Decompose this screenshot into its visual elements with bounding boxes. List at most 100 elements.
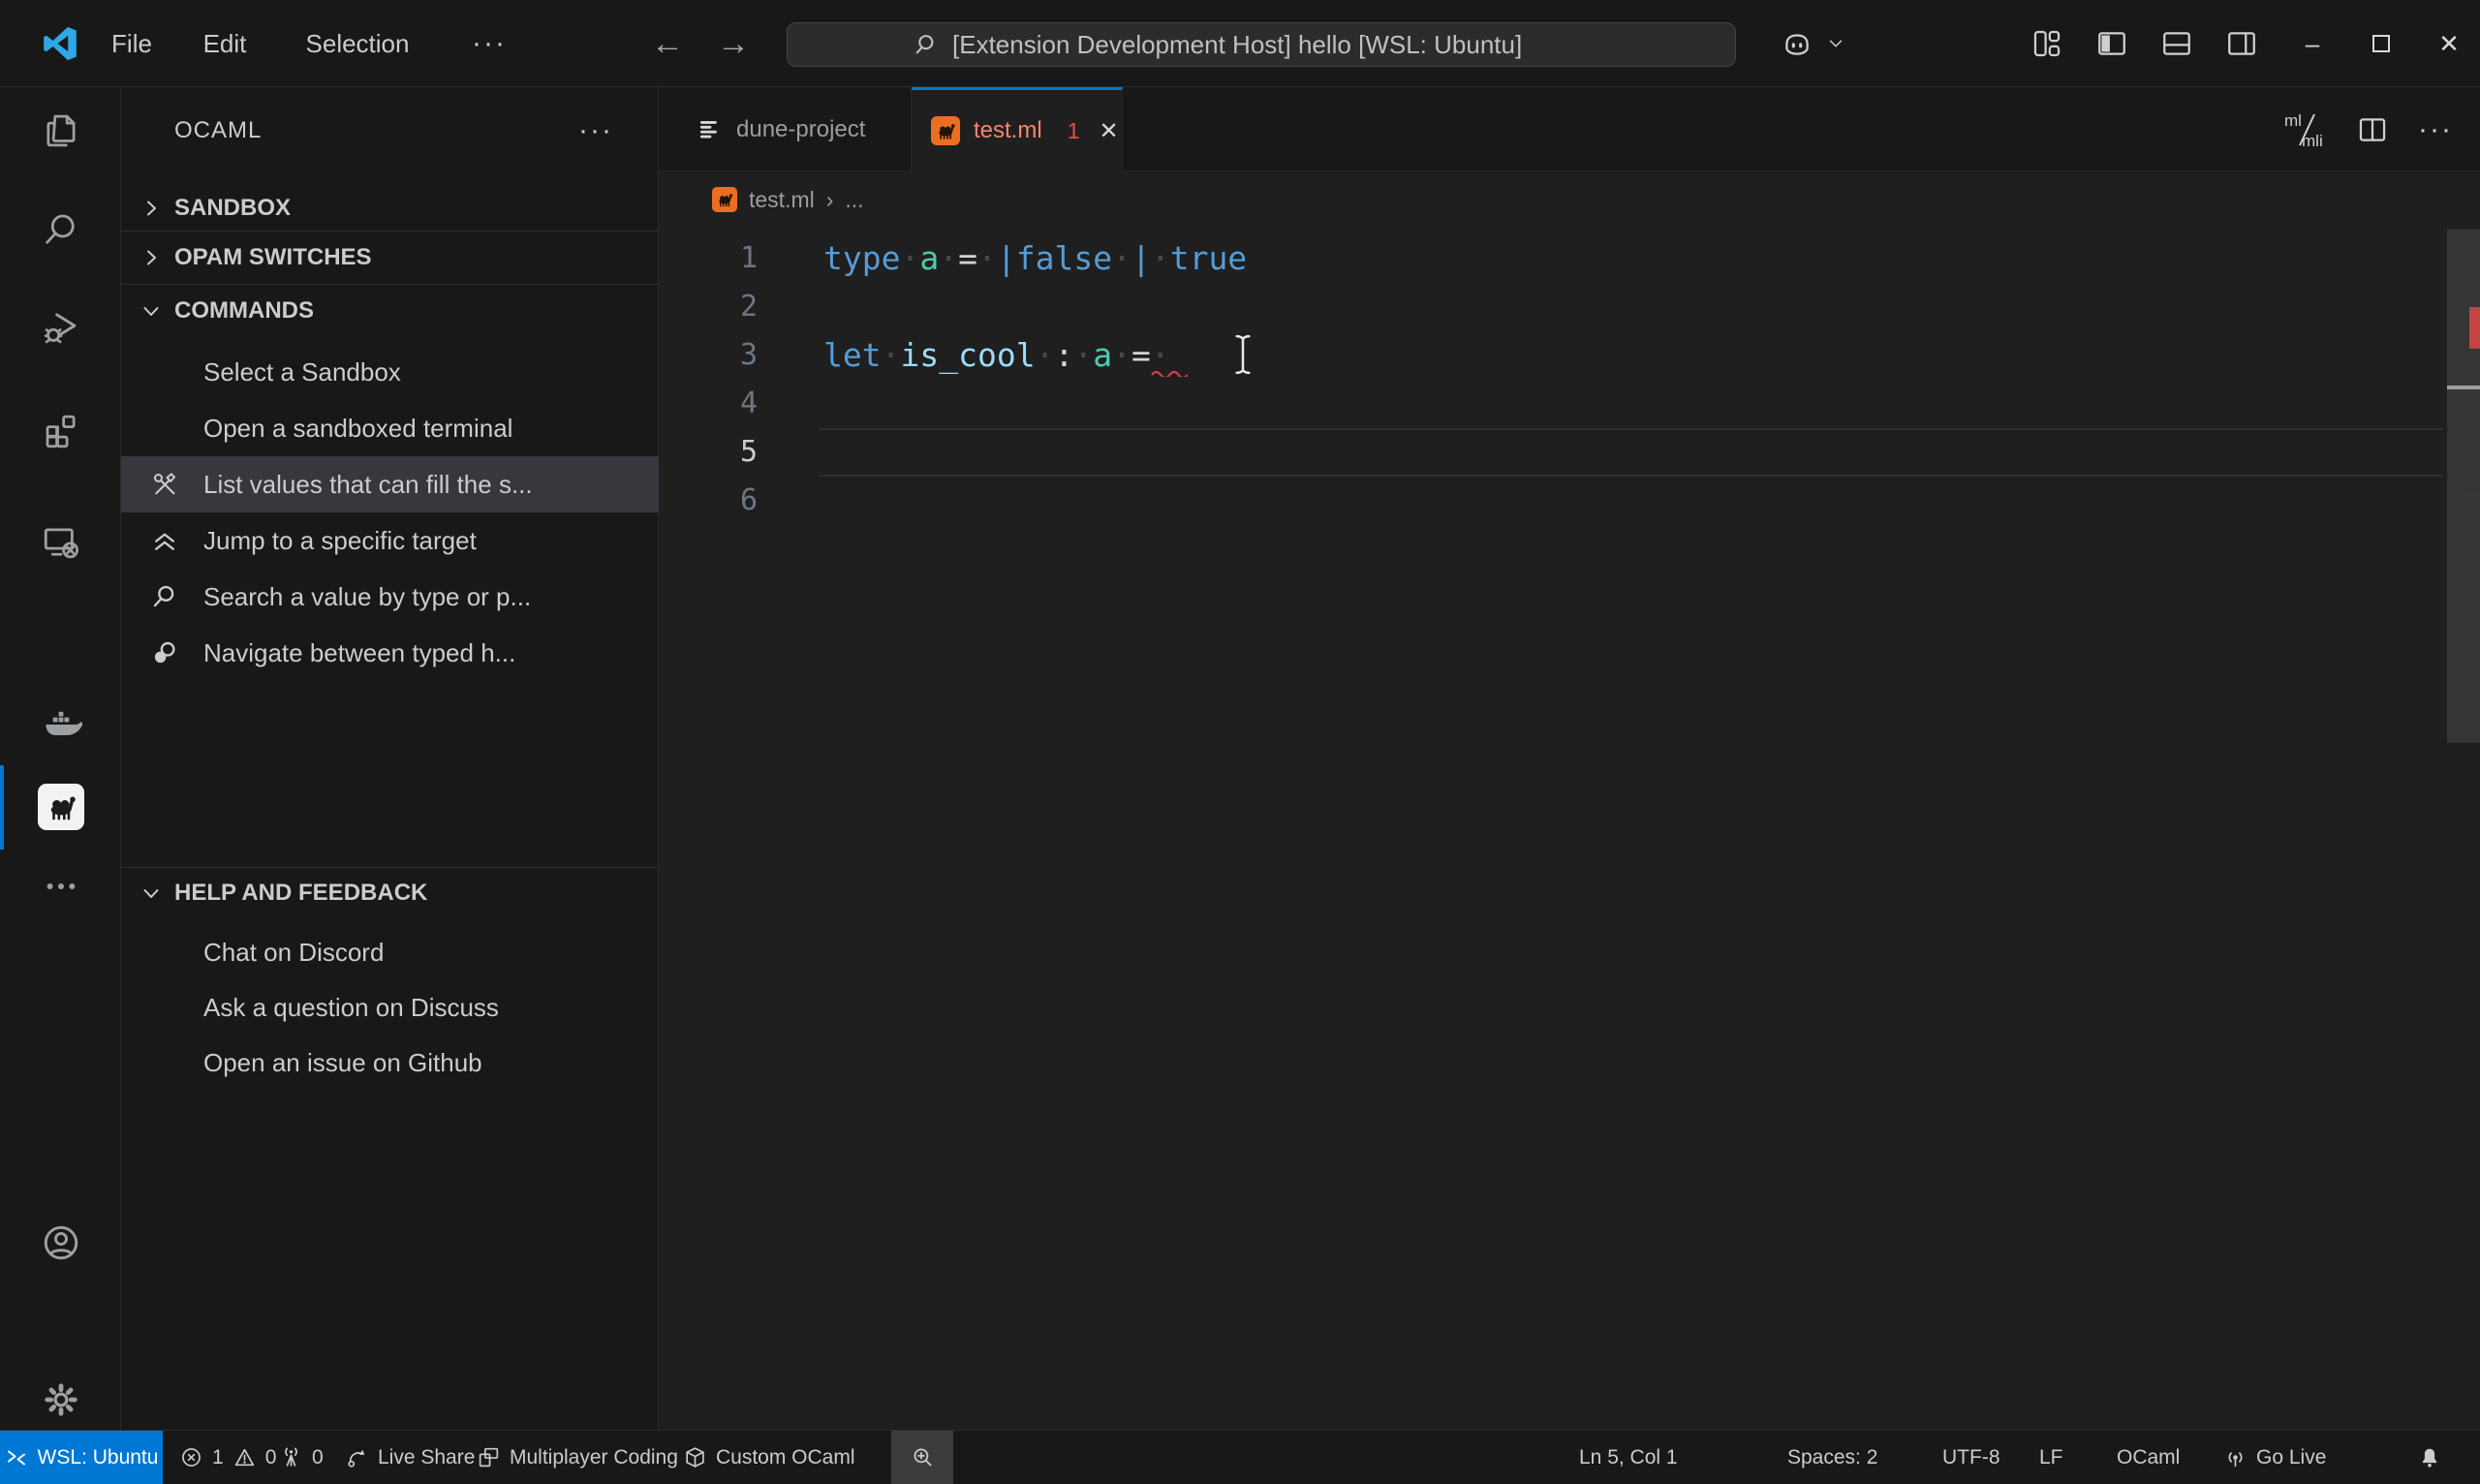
nav-back-button[interactable]: ←: [651, 0, 684, 87]
minimize-button[interactable]: –: [2291, 0, 2334, 87]
line-number: 6: [739, 483, 758, 517]
breadcrumb[interactable]: test.ml › ...: [659, 171, 2480, 228]
close-tab-button[interactable]: ✕: [1099, 117, 1118, 145]
custom-ocaml-button[interactable]: Custom OCaml: [683, 1431, 855, 1484]
fold-up-icon: [148, 526, 181, 555]
command-label: Search a value by type or p...: [203, 581, 532, 611]
eol-label: LF: [2039, 1445, 2063, 1469]
error-count: 1: [212, 1445, 224, 1469]
tab-dune-project[interactable]: dune-project: [659, 87, 912, 171]
toggle-primary-sidebar-icon[interactable]: [2095, 0, 2128, 87]
customize-layout-icon[interactable]: [2030, 0, 2063, 87]
notifications-button[interactable]: [2417, 1431, 2442, 1484]
code-line-3: let·is_cool·:·a·=·: [823, 336, 1170, 374]
multiplayer-icon: [477, 1445, 501, 1469]
chevron-right-icon: [135, 246, 168, 269]
split-editor-icon[interactable]: [2356, 113, 2389, 146]
ocaml-icon: [37, 784, 84, 830]
command-list-values[interactable]: List values that can fill the s...: [121, 456, 659, 512]
go-live-button[interactable]: Go Live: [2223, 1431, 2326, 1484]
command-select-sandbox[interactable]: Select a Sandbox: [121, 344, 659, 400]
command-center[interactable]: [Extension Development Host] hello [WSL:…: [787, 22, 1736, 67]
tab-test-ml[interactable]: test.ml 1 ✕: [912, 87, 1123, 171]
holes-icon: [148, 638, 181, 667]
menu-selection[interactable]: Selection: [293, 0, 423, 87]
code-area[interactable]: 1 2 3 4 5 6 type·a·=·|false·|·true let·i…: [659, 228, 2480, 1430]
search-icon: [148, 582, 181, 611]
command-label: Open a sandboxed terminal: [203, 413, 513, 443]
sidebar-item-run-debug[interactable]: [0, 298, 121, 356]
docker-icon: [40, 703, 82, 746]
multiplayer-coding-button[interactable]: Multiplayer Coding: [477, 1431, 678, 1484]
help-chat-discord[interactable]: Chat on Discord: [121, 924, 659, 980]
settings-gear-icon: [40, 1378, 82, 1421]
activity-bar: [0, 87, 121, 1430]
chevron-down-icon[interactable]: [1825, 0, 1846, 87]
command-navigate-holes[interactable]: Navigate between typed h...: [121, 625, 659, 681]
language-mode[interactable]: OCaml: [2117, 1431, 2180, 1484]
go-live-icon: [2223, 1445, 2248, 1469]
help-ask-discuss[interactable]: Ask a question on Discuss: [121, 979, 659, 1036]
menu-more-button[interactable]: ···: [458, 0, 520, 87]
activity-bar-more-button[interactable]: [0, 857, 121, 915]
section-help-feedback[interactable]: HELP AND FEEDBACK: [121, 865, 659, 921]
sidebar-title: OCAML: [174, 117, 263, 143]
sidebar-item-remote-explorer[interactable]: [0, 513, 121, 572]
broadcast-tower-icon: [279, 1445, 303, 1469]
breadcrumb-file[interactable]: test.ml: [749, 187, 815, 213]
section-label: HELP AND FEEDBACK: [174, 880, 428, 906]
accounts-button[interactable]: [0, 1214, 121, 1272]
close-button[interactable]: ✕: [2428, 0, 2470, 87]
command-open-sandboxed-terminal[interactable]: Open a sandboxed terminal: [121, 400, 659, 456]
settings-button[interactable]: [0, 1371, 121, 1429]
extensions-icon: [41, 411, 81, 451]
chevron-down-icon: [135, 881, 168, 905]
remote-indicator[interactable]: WSL: Ubuntu: [0, 1431, 163, 1484]
remote-icon: [5, 1446, 28, 1469]
breadcrumb-symbol[interactable]: ...: [845, 187, 863, 213]
section-label: SANDBOX: [174, 195, 292, 221]
ports-indicator[interactable]: 0: [279, 1431, 324, 1484]
command-jump-target[interactable]: Jump to a specific target: [121, 512, 659, 569]
command-label: Navigate between typed h...: [203, 637, 516, 667]
more-actions-icon[interactable]: ···: [2418, 113, 2453, 146]
current-line-highlight: [820, 428, 2443, 477]
zoom-button[interactable]: [891, 1431, 953, 1484]
line-number: 2: [739, 290, 758, 324]
menu-edit[interactable]: Edit: [190, 0, 261, 87]
sidebar-item-docker[interactable]: [0, 696, 121, 754]
error-squiggle: [1151, 368, 1188, 377]
section-sandbox[interactable]: SANDBOX: [121, 180, 659, 236]
ln-col-label: Ln 5, Col 1: [1579, 1445, 1678, 1469]
command-label: Select a Sandbox: [203, 356, 401, 386]
live-share-label: Live Share: [378, 1445, 476, 1469]
explorer-icon: [41, 110, 81, 151]
section-commands[interactable]: COMMANDS: [121, 283, 659, 339]
indentation[interactable]: Spaces: 2: [1787, 1431, 1877, 1484]
section-opam-switches[interactable]: OPAM SWITCHES: [121, 230, 659, 286]
sidebar-item-search[interactable]: [0, 201, 121, 259]
sidebar-item-explorer[interactable]: [0, 102, 121, 160]
cursor-position[interactable]: Ln 5, Col 1: [1579, 1431, 1678, 1484]
help-open-issue-github[interactable]: Open an issue on Github: [121, 1035, 659, 1091]
live-share-button[interactable]: Live Share: [345, 1431, 475, 1484]
toggle-panel-icon[interactable]: [2160, 0, 2193, 87]
eol-sequence[interactable]: LF: [2039, 1431, 2063, 1484]
spaces-label: Spaces: 2: [1787, 1445, 1878, 1469]
copilot-icon[interactable]: [1781, 0, 1814, 87]
encoding[interactable]: UTF-8: [1942, 1431, 2000, 1484]
problems-indicator[interactable]: 1 0: [179, 1431, 276, 1484]
ocaml-file-icon: [712, 187, 737, 212]
switch-impl-intf-icon[interactable]: ml mli: [2282, 110, 2327, 149]
more-icon: [41, 866, 81, 907]
maximize-button[interactable]: [2360, 0, 2402, 87]
command-search-value[interactable]: Search a value by type or p...: [121, 569, 659, 625]
sidebar-more-actions-button[interactable]: ···: [567, 107, 625, 155]
toggle-secondary-sidebar-icon[interactable]: [2225, 0, 2258, 87]
overview-error-mark: [2469, 307, 2480, 349]
nav-forward-button[interactable]: →: [717, 0, 750, 87]
sidebar-item-ocaml[interactable]: [0, 778, 121, 836]
menu-file[interactable]: File: [98, 0, 166, 87]
sidebar-item-extensions[interactable]: [0, 402, 121, 460]
svg-text:ml: ml: [2284, 111, 2302, 130]
